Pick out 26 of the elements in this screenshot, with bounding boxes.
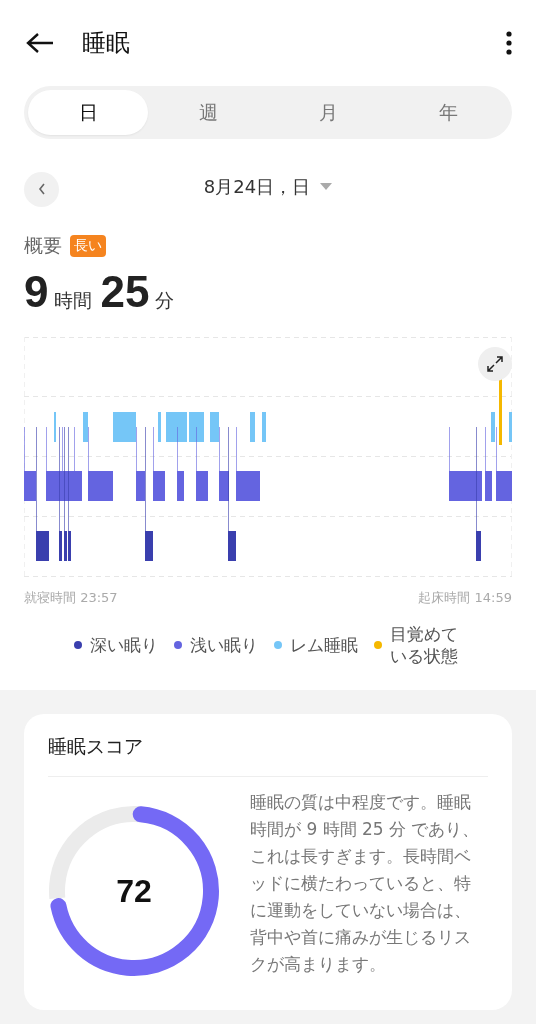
duration-tag: 長い	[70, 235, 106, 257]
date-label[interactable]: 8月24日，日	[203, 174, 311, 199]
summary-label: 概要	[24, 233, 62, 258]
legend-label: 目覚めている状態	[390, 623, 459, 667]
hours-unit: 時間	[54, 288, 93, 313]
hours-value: 9	[24, 267, 49, 317]
minutes-unit: 分	[155, 288, 175, 313]
chevron-left-icon	[36, 182, 47, 196]
minutes-value: 25	[100, 267, 150, 317]
bedtime-label: 就寝時間 23:57	[24, 589, 118, 607]
wake-time-label: 起床時間 14:59	[418, 589, 512, 607]
period-tab[interactable]: 年	[388, 90, 508, 135]
legend-label: 深い眠り	[90, 634, 158, 656]
period-tab[interactable]: 週	[148, 90, 268, 135]
more-menu-icon[interactable]	[506, 31, 512, 55]
expand-icon	[486, 355, 504, 373]
period-tab[interactable]: 月	[268, 90, 388, 135]
page-title: 睡眠	[82, 28, 131, 59]
expand-button[interactable]	[478, 347, 512, 381]
period-tab[interactable]: 日	[28, 90, 148, 135]
card-title: 睡眠スコア	[48, 734, 488, 777]
score-description: 睡眠の質は中程度です。睡眠時間が 9 時間 25 分 であり、これは長すぎます。長時間ベッドに横たわっていると、特に運動をしていない場合は、背中や首に痛みが生じるリスクが高まります。	[250, 791, 481, 976]
back-icon[interactable]	[26, 32, 54, 54]
legend-label: 浅い眠り	[190, 634, 258, 656]
score-value: 72	[116, 872, 152, 910]
legend-label: レム睡眠	[290, 634, 358, 656]
